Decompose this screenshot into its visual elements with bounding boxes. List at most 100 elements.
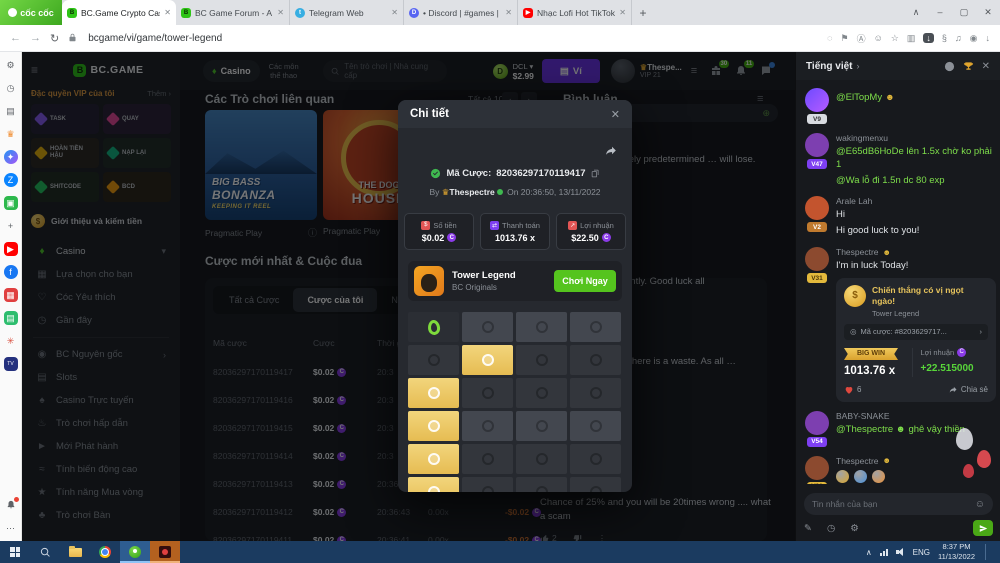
extension-icon[interactable]: ↓ — [986, 33, 991, 43]
browser-tab[interactable]: D• Discord | #games | BC G✕ — [404, 0, 518, 25]
tower-cell-lgray[interactable] — [516, 312, 567, 342]
app-green-icon[interactable]: ▤ — [4, 311, 18, 325]
youtube-icon[interactable]: ▶ — [4, 242, 18, 256]
extension-icon[interactable]: § — [942, 33, 947, 43]
window-control-icon[interactable]: ▢ — [952, 7, 976, 18]
browser-tab[interactable]: tTelegram Web✕ — [290, 0, 404, 25]
emoji-smile-icon[interactable]: ☺ — [975, 499, 985, 510]
back-button[interactable]: ← — [10, 32, 21, 44]
window-control-icon[interactable]: – — [928, 7, 952, 18]
trophy-icon[interactable] — [963, 61, 974, 72]
extension-icon[interactable]: ▥ — [907, 33, 916, 44]
chrome-button[interactable] — [90, 541, 120, 563]
start-button[interactable] — [0, 541, 30, 563]
tower-cell-gold[interactable] — [408, 477, 459, 492]
games-icon[interactable]: ▣ — [4, 196, 18, 210]
tower-cell-dark[interactable] — [408, 345, 459, 375]
tower-cell-gold[interactable] — [408, 444, 459, 474]
extension-icon[interactable]: ⚑ — [840, 33, 848, 44]
chat-message-input[interactable]: Tin nhắn của bạn ☺ — [804, 493, 993, 515]
tower-cell-gold[interactable] — [408, 411, 459, 441]
like-button[interactable]: 6 — [844, 385, 861, 395]
tower-cell-dark[interactable] — [570, 378, 621, 408]
window-control-icon[interactable]: ∧ — [904, 7, 928, 18]
share-button[interactable] — [605, 144, 618, 162]
more-icon[interactable]: ⋯ — [4, 521, 18, 535]
newsfeed-icon[interactable]: ▤ — [4, 104, 18, 118]
extension-icon[interactable]: ◉ — [970, 33, 978, 44]
forward-button[interactable]: → — [30, 32, 41, 44]
game-app-button-active[interactable] — [150, 541, 180, 563]
show-desktop-button[interactable] — [994, 541, 998, 563]
add-icon[interactable]: + — [4, 219, 18, 233]
win-card-bet-link[interactable]: ◎ Mã cược: #8203629717... › — [844, 324, 988, 340]
settings-icon[interactable]: ⚙ — [4, 58, 18, 72]
tower-cell-dark[interactable] — [516, 345, 567, 375]
tower-cell-dark[interactable] — [462, 378, 513, 408]
extension-icon[interactable]: ♫ — [955, 33, 962, 43]
chat-close-icon[interactable]: ✕ — [982, 61, 990, 72]
volume-icon[interactable] — [896, 548, 905, 556]
share-button[interactable]: Chia sẻ — [949, 385, 988, 394]
tower-cell-lgray[interactable] — [462, 312, 513, 342]
crown-vip-icon[interactable]: ♛ — [4, 127, 18, 141]
tower-cell-dark[interactable] — [516, 477, 567, 492]
close-icon[interactable]: ✕ — [611, 108, 620, 121]
facebook-icon[interactable]: f — [4, 265, 18, 279]
coccoc-button-active[interactable] — [120, 541, 150, 563]
taskbar-clock[interactable]: 8:37 PM11/13/2022 — [938, 542, 975, 562]
extension-icon[interactable]: Ⓐ — [857, 32, 866, 45]
browser-tab[interactable]: BBC Game Forum - A Crypto✕ — [176, 0, 290, 25]
chat-history-icon[interactable] — [944, 61, 955, 72]
chat-user-icon[interactable]: ✎ — [804, 523, 812, 534]
tower-cell-dark[interactable] — [570, 345, 621, 375]
file-explorer-button[interactable] — [60, 541, 90, 563]
tower-cell-lgray[interactable] — [516, 411, 567, 441]
tab-close-icon[interactable]: ✕ — [505, 8, 512, 17]
tower-cell-lgray[interactable] — [462, 411, 513, 441]
tower-cell-dark[interactable] — [516, 378, 567, 408]
tower-cell-dark[interactable] — [516, 444, 567, 474]
messenger-icon[interactable]: ✦ — [4, 150, 18, 164]
extension-icon[interactable]: ☆ — [891, 33, 899, 44]
tab-close-icon[interactable]: ✕ — [391, 8, 398, 17]
tower-cell-gold[interactable] — [408, 378, 459, 408]
tab-close-icon[interactable]: ✕ — [277, 8, 284, 17]
tv-app-icon[interactable]: TV — [4, 357, 18, 371]
extension-icon[interactable]: ↓ — [923, 33, 934, 43]
url-text[interactable]: bcgame/vi/game/tower-legend — [88, 33, 222, 44]
chat-language-selector[interactable]: Tiếng việt — [806, 61, 853, 72]
chat-history-icon[interactable]: ◷ — [827, 523, 835, 534]
tower-cell-lgray[interactable] — [570, 411, 621, 441]
play-now-button[interactable]: Chơi Ngay — [554, 270, 616, 292]
window-control-icon[interactable]: ✕ — [976, 7, 1000, 18]
flower-icon[interactable]: ✳ — [4, 334, 18, 348]
taskbar-search-button[interactable] — [30, 541, 60, 563]
tower-cell-egg[interactable] — [408, 312, 459, 342]
network-icon[interactable] — [880, 549, 888, 556]
tower-cell-dark[interactable] — [462, 444, 513, 474]
chat-settings-icon[interactable]: ⚙ — [850, 523, 859, 534]
tab-close-icon[interactable]: ✕ — [619, 8, 626, 17]
tower-cell-lgray[interactable] — [570, 312, 621, 342]
extension-icon[interactable]: ◌ — [827, 33, 832, 43]
send-button[interactable] — [973, 520, 993, 536]
extension-icon[interactable]: ☺ — [874, 33, 883, 43]
browser-tab[interactable]: ▶Nhạc Lofi Hot TikTok 2022 -✕ — [518, 0, 632, 25]
tab-close-icon[interactable]: ✕ — [164, 8, 171, 17]
tower-cell-dark[interactable] — [570, 477, 621, 492]
tower-cell-dark[interactable] — [570, 444, 621, 474]
tower-cell-dark[interactable] — [462, 477, 513, 492]
tower-cell-gold[interactable] — [462, 345, 513, 375]
history-icon[interactable]: ◷ — [4, 81, 18, 95]
language-indicator[interactable]: ENG — [913, 548, 930, 557]
browser-tab[interactable]: BBC.Game Crypto Casino Ga✕ — [62, 0, 176, 25]
zalo-icon[interactable]: Z — [4, 173, 18, 187]
reload-button[interactable]: ↻ — [50, 32, 59, 45]
tray-expand-icon[interactable]: ∧ — [866, 548, 872, 557]
chat-win-card[interactable]: $ Chiến thắng có vị ngọt ngào! Tower Leg… — [836, 278, 996, 402]
coccoc-logo[interactable]: cốc cốc — [0, 0, 62, 25]
copy-icon[interactable] — [591, 169, 600, 178]
app-red-icon[interactable]: ▦ — [4, 288, 18, 302]
notification-bell-icon[interactable] — [4, 498, 18, 512]
